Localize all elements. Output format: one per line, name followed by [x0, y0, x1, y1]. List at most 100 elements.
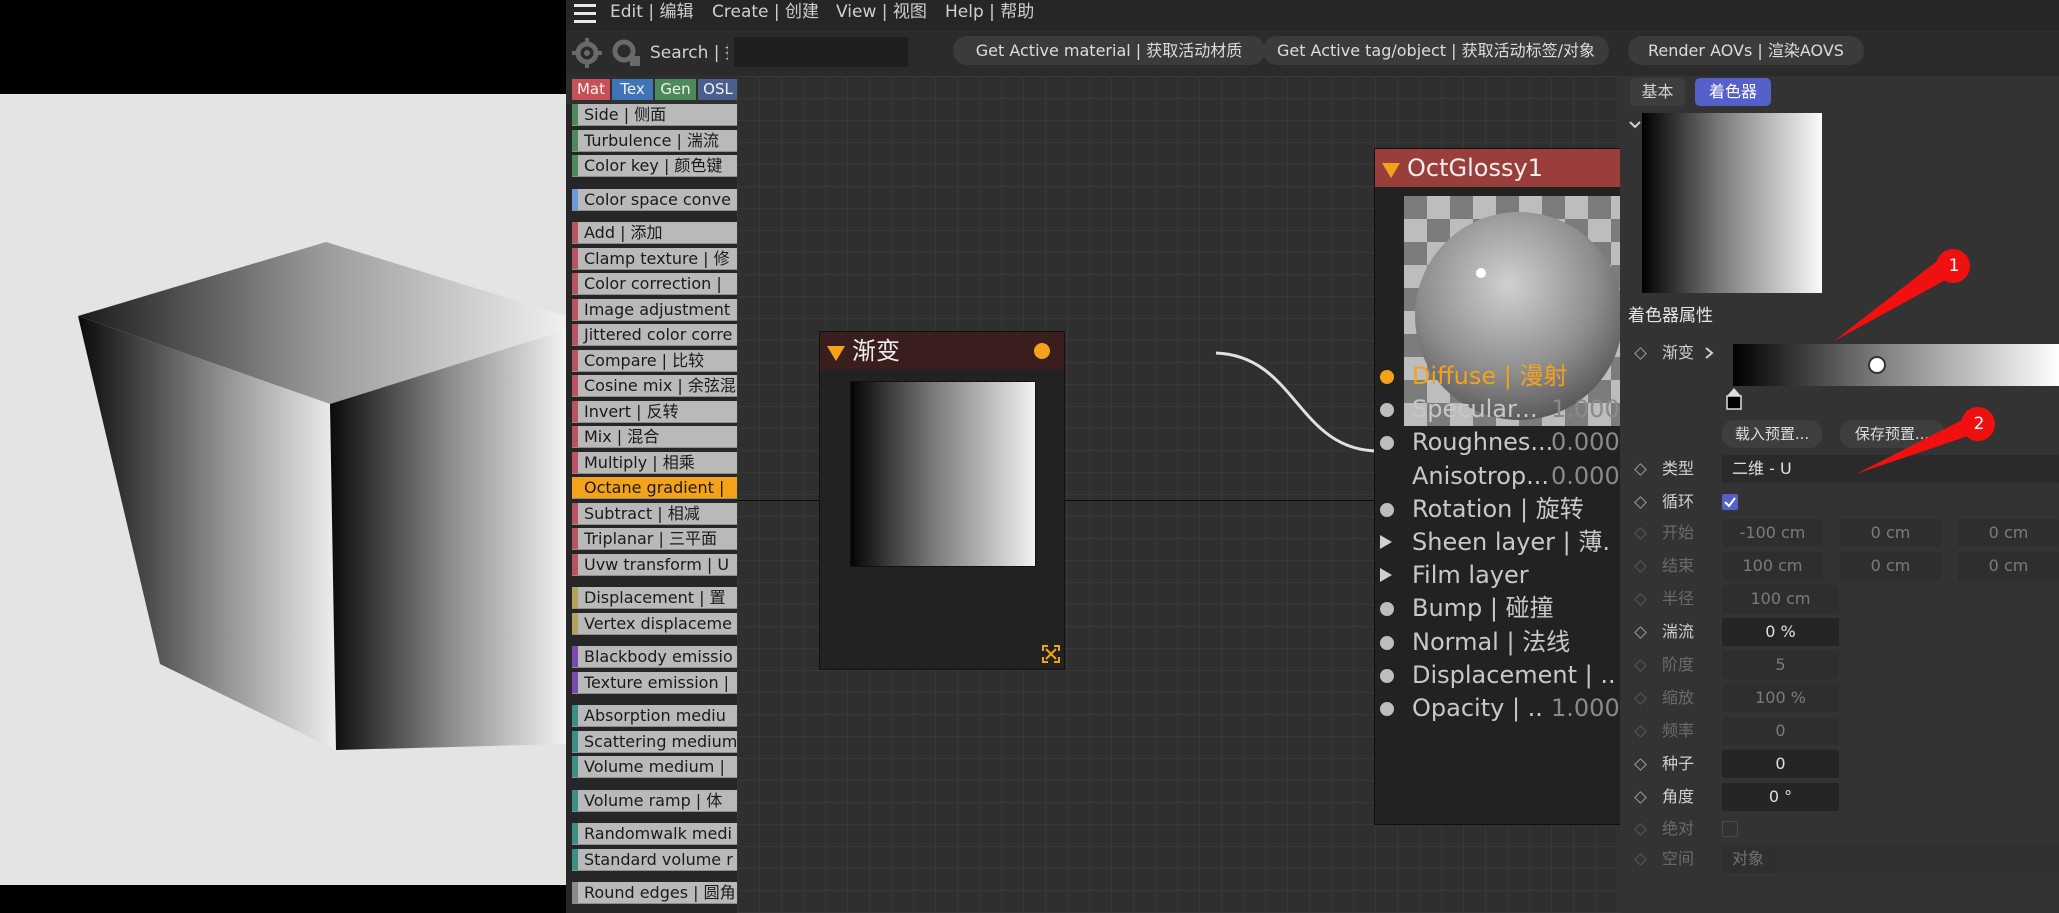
node-list-item-label: Texture emission | — [584, 672, 730, 692]
hamburger-menu-icon[interactable] — [574, 4, 596, 24]
node-list-item[interactable]: Side | 侧面 — [572, 104, 737, 126]
input-port[interactable]: Rotation | 旋转 — [1375, 494, 1615, 524]
gradient-node[interactable]: 渐变 — [819, 331, 1065, 670]
expand-icon[interactable] — [1042, 645, 1060, 663]
node-list-item[interactable]: Blackbody emissio — [572, 646, 737, 668]
node-list-item[interactable]: Color space conve — [572, 188, 737, 211]
viewport-render[interactable] — [0, 94, 566, 885]
port-socket-icon[interactable] — [1380, 602, 1394, 617]
node-list-item[interactable]: Scattering medium — [572, 730, 737, 753]
input-port[interactable]: Roughnes... 0.000 — [1375, 427, 1620, 457]
input-port[interactable]: Opacity | .. 1.000 — [1375, 693, 1620, 723]
node-list-item[interactable]: Invert | 反转 — [572, 400, 737, 423]
input-port[interactable]: Anisotrop... 0.000 — [1375, 461, 1620, 491]
node-list-item[interactable]: Add | 添加 — [572, 222, 737, 244]
category-color-bar — [572, 247, 578, 269]
node-list-item[interactable]: Uvw transform | U — [572, 553, 737, 576]
input-port[interactable]: Diffuse | 漫射 — [1375, 361, 1615, 391]
node-list-item-label: Side | 侧面 — [584, 105, 667, 124]
category-color-bar — [572, 882, 578, 903]
category-color-bar — [572, 400, 578, 422]
port-socket-icon[interactable] — [1380, 502, 1394, 517]
node-list-item[interactable]: Image adjustment — [572, 298, 737, 321]
category-color-bar — [572, 426, 578, 447]
node-list-item[interactable]: Multiply | 相乘 — [572, 451, 737, 474]
input-port[interactable]: Displacement | .. — [1375, 660, 1616, 690]
input-port[interactable]: Film layer — [1375, 560, 1615, 590]
node-list-item[interactable]: Octane gradient | — [572, 477, 737, 499]
node-list-item[interactable]: Displacement | 置 — [572, 587, 737, 609]
get-active-material-button[interactable]: Get Active material | 获取活动材质 — [953, 36, 1265, 65]
category-color-bar — [572, 553, 578, 575]
node-list-item[interactable]: Turbulence | 湍流 — [572, 129, 737, 152]
collapse-triangle-icon[interactable] — [1382, 163, 1400, 178]
expand-arrow-icon[interactable] — [1380, 535, 1392, 549]
node-list-item-label: Volume medium | — [584, 757, 725, 776]
node-list-item[interactable]: Cosine mix | 余弦混 — [572, 375, 737, 397]
node-list-item[interactable]: Compare | 比较 — [572, 349, 737, 372]
port-socket-icon[interactable] — [1380, 436, 1394, 451]
category-tab-gen[interactable]: Gen — [655, 79, 696, 100]
port-socket-icon[interactable] — [1380, 702, 1394, 716]
search-label: Search | 搜 — [650, 43, 728, 63]
input-port[interactable]: Bump | 碰撞 — [1375, 593, 1615, 623]
octglossy-node[interactable]: OctGlossy1 Diffuse | 漫射 Specular... 1.00… — [1374, 148, 1662, 825]
category-color-bar — [572, 273, 578, 294]
gradient-output-port[interactable] — [1034, 343, 1050, 359]
category-tab-osl[interactable]: OSL — [698, 79, 738, 100]
category-color-bar — [572, 188, 578, 210]
port-label: Rotation | 旋转 — [1412, 494, 1584, 523]
gradient-node-title[interactable]: 渐变 — [820, 332, 1064, 370]
node-list-item[interactable]: Absorption mediu — [572, 705, 737, 727]
port-label: Normal | 法线 — [1412, 627, 1571, 656]
octane-node-editor: Edit | 编辑 Create | 创建 View | 视图 Help | 帮… — [566, 0, 2059, 913]
node-list-item[interactable]: Randomwalk medi — [572, 823, 737, 845]
node-list-item[interactable]: Standard volume r — [572, 848, 737, 871]
node-list-item-label: Add | 添加 — [584, 223, 663, 242]
port-socket-icon[interactable] — [1380, 403, 1394, 418]
menu-view[interactable]: View | 视图 — [836, 0, 927, 30]
node-list-item-label: Absorption mediu — [584, 706, 726, 725]
category-color-bar — [572, 671, 578, 693]
node-list-item[interactable]: Volume medium | — [572, 756, 737, 778]
node-list-item[interactable]: Color key | 颜色键 — [572, 155, 737, 177]
node-list-item[interactable]: Jittered color corre — [572, 324, 737, 346]
node-list-item[interactable]: Triplanar | 三平面 — [572, 528, 737, 550]
get-active-tag-button[interactable]: Get Active tag/object | 获取活动标签/对象 — [1263, 36, 1609, 65]
category-tab-tex[interactable]: Tex — [612, 79, 653, 100]
node-list-item[interactable]: Texture emission | — [572, 671, 737, 694]
port-socket-icon[interactable] — [1380, 635, 1394, 650]
search-input[interactable] — [734, 37, 908, 67]
port-label: Sheen layer | 薄. — [1412, 528, 1610, 556]
menu-create[interactable]: Create | 创建 — [712, 0, 819, 30]
node-list-item[interactable]: Mix | 混合 — [572, 426, 737, 448]
port-label: Bump | 碰撞 — [1412, 594, 1554, 623]
port-socket-icon[interactable] — [1380, 668, 1394, 683]
render-aovs-button[interactable]: Render AOVs | 渲染AOVS — [1628, 36, 1864, 65]
node-list-item-label: Turbulence | 湍流 — [584, 130, 719, 150]
node-list-item[interactable]: Vertex displaceme — [572, 612, 737, 635]
menu-help[interactable]: Help | 帮助 — [945, 0, 1034, 30]
port-value: 1.000 — [1551, 395, 1620, 424]
node-list-item[interactable]: Subtract | 相减 — [572, 502, 737, 525]
menu-edit[interactable]: Edit | 编辑 — [610, 0, 693, 30]
collapse-triangle-icon[interactable] — [827, 346, 845, 361]
input-port[interactable]: Sheen layer | 薄. — [1375, 527, 1615, 557]
port-label: Opacity | .. — [1412, 694, 1543, 722]
expand-arrow-icon[interactable] — [1380, 568, 1392, 583]
node-list-item[interactable]: Clamp texture | 修 — [572, 247, 737, 270]
settings-gear-icon[interactable] — [570, 36, 604, 70]
category-color-bar — [572, 823, 578, 844]
node-list-item[interactable]: Color correction | — [572, 273, 737, 295]
input-port[interactable]: Normal | 法线 — [1375, 627, 1615, 657]
node-list-item[interactable]: Volume ramp | 体 — [572, 789, 737, 812]
octglossy-node-title[interactable]: OctGlossy1 — [1375, 149, 1626, 187]
category-tab-mat[interactable]: Mat — [572, 79, 610, 100]
input-port[interactable]: Specular... 1.000 — [1375, 394, 1620, 424]
node-list-item[interactable]: Round edges | 圆角 — [572, 882, 737, 904]
node-list[interactable]: Side | 侧面 Turbulence | 湍流 Color key | 颜色键 C… — [566, 104, 737, 913]
node-list-item-label: Color key | 颜色键 — [584, 156, 723, 175]
category-color-bar — [572, 155, 578, 176]
port-socket-icon[interactable] — [1380, 370, 1394, 384]
link-gear-icon[interactable] — [610, 36, 644, 70]
